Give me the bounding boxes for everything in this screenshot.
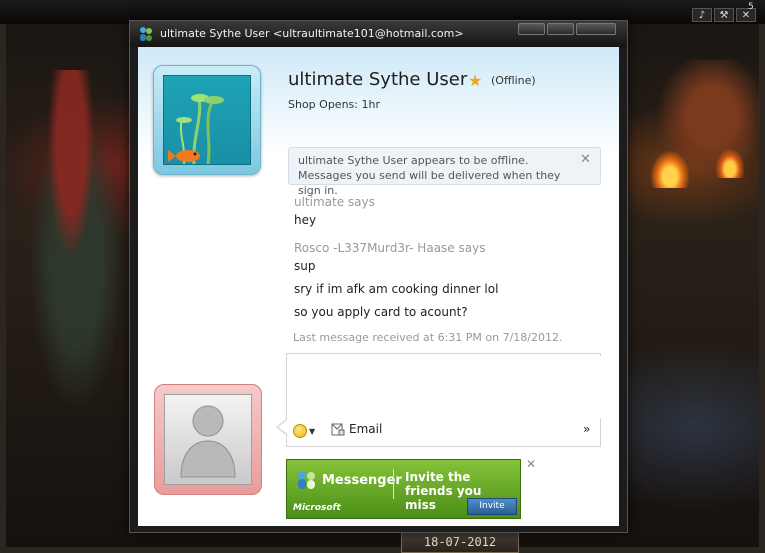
message-text: sup <box>294 259 316 273</box>
close-button[interactable] <box>576 23 616 35</box>
default-user-picture <box>164 394 252 485</box>
sound-icon[interactable]: ♪ <box>692 8 712 22</box>
contact-avatar[interactable] <box>153 65 261 175</box>
messenger-logo-icon <box>298 471 315 489</box>
email-label: Email <box>349 422 383 436</box>
message-text: sry if im afk am cooking dinner lol <box>294 282 499 296</box>
maximize-button[interactable] <box>547 23 574 35</box>
corner-number: 5 <box>748 2 754 12</box>
game-date: 18-07-2012 <box>401 531 519 553</box>
messenger-ad-banner[interactable]: Messenger Invite the friends you miss Mi… <box>286 459 521 519</box>
my-avatar[interactable] <box>154 384 262 495</box>
message-sender: Rosco -L337Murd3r- Haase says <box>294 241 486 255</box>
offline-info-text: ultimate Sythe User appears to be offlin… <box>298 154 561 197</box>
invite-button[interactable]: Invite <box>467 498 517 515</box>
ad-divider <box>393 469 394 499</box>
email-button[interactable]: Email <box>331 422 382 436</box>
contact-status: (Offline) <box>491 74 536 87</box>
dropdown-arrow-icon: ▼ <box>309 426 316 436</box>
conversation-pane: ultimate Sythe User ★ (Offline) Shop Ope… <box>138 47 619 526</box>
emoticon-button[interactable]: ▼ <box>293 422 319 440</box>
message-text: so you apply card to acount? <box>294 305 468 319</box>
compose-area: ▼ Email » <box>286 353 602 447</box>
contact-display-picture <box>163 75 251 165</box>
contact-name: ultimate Sythe User <box>288 69 468 90</box>
close-icon[interactable]: ✕ <box>526 457 536 471</box>
fire-effect <box>650 150 690 188</box>
window-title: ultimate Sythe User <ultraultimate101@ho… <box>160 27 464 40</box>
personal-message: Shop Opens: 1hr <box>288 98 380 111</box>
close-icon[interactable]: ✕ <box>580 152 591 167</box>
star-icon: ★ <box>468 71 483 90</box>
title-bar[interactable]: ultimate Sythe User <ultraultimate101@ho… <box>130 21 627 47</box>
last-message-info: Last message received at 6:31 PM on 7/18… <box>293 331 563 344</box>
ad-brand: Messenger <box>322 473 402 488</box>
messenger-buddy-icon <box>140 27 152 41</box>
message-sender: ultimate says <box>294 195 375 209</box>
user-silhouette-icon <box>180 405 236 478</box>
fish-plant-icon <box>168 93 224 164</box>
messenger-window: ultimate Sythe User <ultraultimate101@ho… <box>129 20 628 533</box>
smiley-icon <box>293 424 307 438</box>
more-button[interactable]: » <box>583 422 590 436</box>
microsoft-logo: Microsoft <box>293 503 341 513</box>
offline-info-bar: ultimate Sythe User appears to be offlin… <box>288 147 601 197</box>
game-character-left <box>16 70 126 420</box>
message-input[interactable] <box>289 356 602 418</box>
email-icon <box>331 423 345 436</box>
compose-notch-inner <box>278 420 287 434</box>
minimize-button[interactable] <box>518 23 545 35</box>
fire-effect <box>715 148 745 178</box>
message-text: hey <box>294 213 317 227</box>
wrench-icon[interactable]: ⚒ <box>714 8 734 22</box>
window-controls <box>516 23 616 35</box>
